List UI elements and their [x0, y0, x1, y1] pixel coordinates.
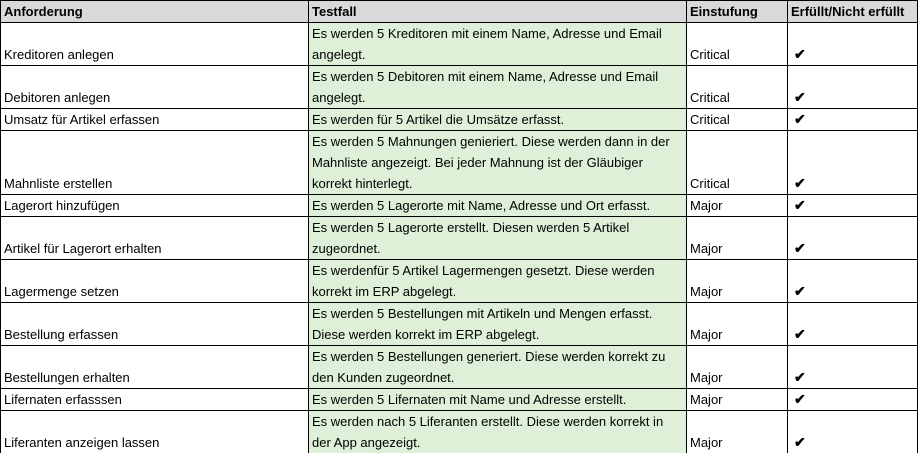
checkmark-icon: ✔ [787, 259, 918, 303]
cell-einstufung: Major [686, 345, 788, 389]
cell-anforderung: Mahnliste erstellen [0, 130, 309, 195]
cell-anforderung: Lagermenge setzen [0, 259, 309, 303]
table-row: Umsatz für Artikel erfassen Es werden fü… [0, 108, 918, 131]
cell-einstufung: Major [686, 216, 788, 260]
cell-einstufung: Major [686, 388, 788, 411]
cell-anforderung: Lagerort hinzufügen [0, 194, 309, 217]
checkmark-icon: ✔ [787, 302, 918, 346]
cell-testfall: Es werden nach 5 Liferanten erstellt. Di… [308, 410, 687, 453]
checkmark-icon: ✔ [787, 388, 918, 411]
cell-einstufung: Major [686, 194, 788, 217]
table-row: Kreditoren anlegen Es werden 5 Kreditore… [0, 22, 918, 66]
header-erfuellt: Erfüllt/Nicht erfüllt [787, 0, 918, 23]
checkmark-icon: ✔ [787, 194, 918, 217]
cell-testfall: Es werden 5 Mahnungen genieriert. Diese … [308, 130, 687, 195]
table-row: Lagerort hinzufügen Es werden 5 Lagerort… [0, 194, 918, 217]
cell-einstufung: Major [686, 259, 788, 303]
requirements-table: Anforderung Testfall Einstufung Erfüllt/… [0, 0, 918, 453]
cell-anforderung: Liferanten anzeigen lassen [0, 410, 309, 453]
cell-einstufung: Critical [686, 130, 788, 195]
cell-anforderung: Bestellungen erhalten [0, 345, 309, 389]
table-row: Lifernaten erfasssen Es werden 5 Liferna… [0, 388, 918, 411]
header-einstufung: Einstufung [686, 0, 788, 23]
table-row: Debitoren anlegen Es werden 5 Debitoren … [0, 65, 918, 109]
checkmark-icon: ✔ [787, 130, 918, 195]
header-testfall: Testfall [308, 0, 687, 23]
cell-einstufung: Critical [686, 65, 788, 109]
checkmark-icon: ✔ [787, 216, 918, 260]
cell-einstufung: Major [686, 410, 788, 453]
cell-anforderung: Artikel für Lagerort erhalten [0, 216, 309, 260]
table-row: Bestellung erfassen Es werden 5 Bestellu… [0, 302, 918, 346]
cell-testfall: Es werden 5 Kreditoren mit einem Name, A… [308, 22, 687, 66]
checkmark-icon: ✔ [787, 22, 918, 66]
checkmark-icon: ✔ [787, 345, 918, 389]
header-anforderung: Anforderung [0, 0, 309, 23]
table-row: Artikel für Lagerort erhalten Es werden … [0, 216, 918, 260]
cell-testfall: Es werden für 5 Artikel die Umsätze erfa… [308, 108, 687, 131]
table-row: Mahnliste erstellen Es werden 5 Mahnunge… [0, 130, 918, 195]
cell-einstufung: Critical [686, 22, 788, 66]
cell-anforderung: Bestellung erfassen [0, 302, 309, 346]
cell-anforderung: Lifernaten erfasssen [0, 388, 309, 411]
cell-testfall: Es werdenfür 5 Artikel Lagermengen geset… [308, 259, 687, 303]
cell-testfall: Es werden 5 Lagerorte erstellt. Diesen w… [308, 216, 687, 260]
cell-testfall: Es werden 5 Debitoren mit einem Name, Ad… [308, 65, 687, 109]
table-row: Lagermenge setzen Es werdenfür 5 Artikel… [0, 259, 918, 303]
cell-testfall: Es werden 5 Bestellungen mit Artikeln un… [308, 302, 687, 346]
cell-testfall: Es werden 5 Lagerorte mit Name, Adresse … [308, 194, 687, 217]
cell-anforderung: Kreditoren anlegen [0, 22, 309, 66]
header-row: Anforderung Testfall Einstufung Erfüllt/… [0, 0, 918, 23]
checkmark-icon: ✔ [787, 410, 918, 453]
cell-anforderung: Umsatz für Artikel erfassen [0, 108, 309, 131]
table-row: Liferanten anzeigen lassen Es werden nac… [0, 410, 918, 453]
cell-anforderung: Debitoren anlegen [0, 65, 309, 109]
cell-testfall: Es werden 5 Lifernaten mit Name und Adre… [308, 388, 687, 411]
cell-einstufung: Critical [686, 108, 788, 131]
table-row: Bestellungen erhalten Es werden 5 Bestel… [0, 345, 918, 389]
checkmark-icon: ✔ [787, 65, 918, 109]
cell-testfall: Es werden 5 Bestellungen generiert. Dies… [308, 345, 687, 389]
checkmark-icon: ✔ [787, 108, 918, 131]
cell-einstufung: Major [686, 302, 788, 346]
